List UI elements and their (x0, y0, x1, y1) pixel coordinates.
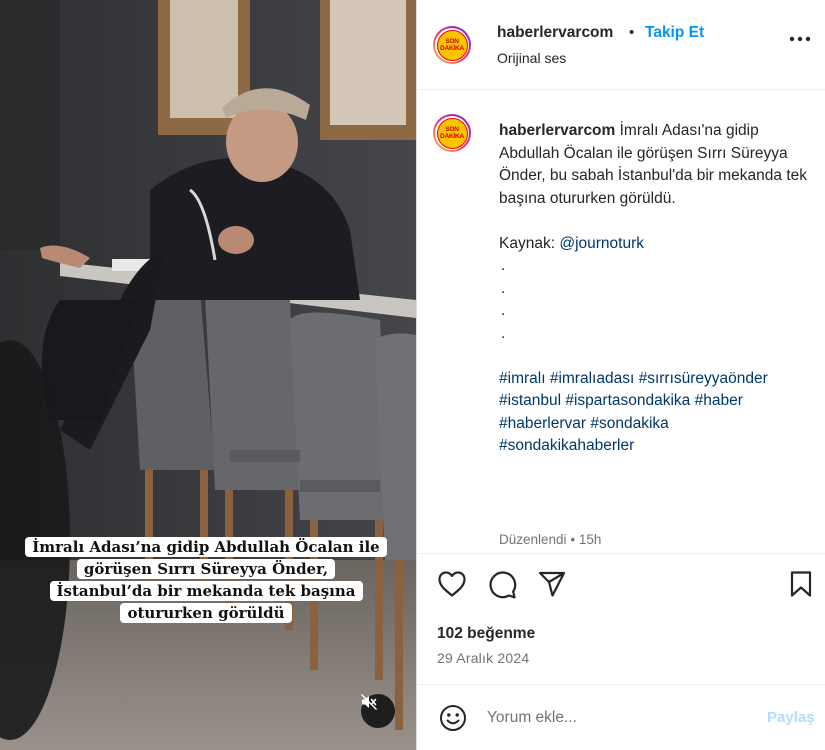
share-button[interactable] (537, 570, 567, 603)
likes-count[interactable]: 102 beğenme (437, 625, 535, 643)
son-dakika-logo: SON DAKİKA (436, 29, 468, 61)
hashtag-line: #sondakikahaberler (499, 435, 819, 458)
hashtag-line: #istanbul #ispartasondakika #haber (499, 390, 819, 413)
hashtag-link[interactable]: #haber (695, 392, 743, 409)
bookmark-icon (790, 571, 812, 597)
save-button[interactable] (789, 570, 813, 603)
post-header: SON DAKİKA haberlervarcom • Takip Et Ori… (417, 0, 825, 90)
edited-separator: • (570, 532, 576, 547)
logo-text-top: SON (445, 38, 459, 45)
comment-bar: Paylaş (417, 684, 825, 750)
follow-button[interactable]: Takip Et (645, 24, 704, 42)
speaker-muted-icon (361, 694, 377, 710)
share-icon (538, 571, 566, 597)
edited-time[interactable]: 15h (579, 532, 602, 547)
hashtag-link[interactable]: #sondakikahaberler (499, 437, 634, 454)
emoji-button[interactable] (439, 704, 467, 737)
logo-text-bottom: DAKİKA (439, 45, 465, 52)
comment-button[interactable] (487, 570, 517, 605)
instagram-post-dialog: İmralı Adası’na gidip Abdullah Öcalan il… (0, 0, 825, 750)
caption-username[interactable]: haberlervarcom (499, 122, 615, 139)
logo-text-bottom: DAKİKA (439, 133, 465, 140)
more-options-button[interactable] (789, 30, 811, 50)
dot-line: . (501, 302, 506, 319)
video-frame (0, 0, 416, 750)
dot-line: . (501, 279, 506, 297)
audio-link[interactable]: Orijinal ses (497, 50, 566, 66)
hashtag-link[interactable]: #istanbul (499, 392, 561, 409)
dot-line: . (501, 257, 506, 274)
hashtag-link[interactable]: #sondakika (590, 415, 668, 432)
comment-icon (489, 571, 517, 599)
heart-icon (438, 571, 466, 597)
caption-line: İstanbul’da bir mekanda tek başına (49, 581, 363, 601)
video-caption: İmralı Adası’na gidip Abdullah Öcalan il… (20, 536, 392, 624)
video-player[interactable]: İmralı Adası’na gidip Abdullah Öcalan il… (0, 0, 416, 750)
avatar[interactable]: SON DAKİKA (433, 26, 471, 64)
post-caption-section: SON DAKİKA haberlervarcom İmralı Adası'n… (417, 90, 825, 554)
edited-timestamp: Düzenlendi • 15h (499, 532, 601, 547)
caption-body: haberlervarcom İmralı Adası'na gidip Abd… (499, 120, 819, 210)
hashtag-link[interactable]: #haberlervar (499, 415, 586, 432)
source-line: Kaynak: @journoturk (499, 233, 819, 256)
more-options-icon (789, 36, 811, 42)
source-mention-link[interactable]: @journoturk (559, 235, 644, 252)
hashtag-link[interactable]: #sırrısüreyyaönder (639, 370, 768, 387)
avatar-ring: SON DAKİKA (435, 116, 469, 150)
hashtag-link[interactable]: #imralıadası (550, 370, 634, 387)
edited-label: Düzenlendi (499, 532, 567, 547)
action-bar (417, 554, 825, 618)
avatar-ring: SON DAKİKA (435, 28, 469, 62)
avatar[interactable]: SON DAKİKA (433, 114, 471, 152)
hashtag-link[interactable]: #ispartasondakika (565, 392, 690, 409)
hashtags: #imralı #imralıadası #sırrısüreyyaönder … (499, 368, 819, 458)
post-comment-button[interactable]: Paylaş (767, 709, 815, 726)
caption-line: İmralı Adası’na gidip Abdullah Öcalan il… (25, 537, 387, 557)
caption-line: görüşen Sırrı Süreyya Önder, (76, 559, 336, 579)
source-label: Kaynak: (499, 234, 556, 252)
mute-button[interactable] (361, 694, 395, 728)
comment-input[interactable] (487, 703, 737, 733)
caption-line: otururken görüldü (120, 603, 292, 623)
emoji-icon (440, 705, 466, 731)
hashtag-line: #imralı #imralıadası #sırrısüreyyaönder (499, 368, 819, 391)
post-caption: haberlervarcom İmralı Adası'na gidip Abd… (499, 120, 819, 458)
like-button[interactable] (437, 570, 467, 603)
separator-dot: • (629, 24, 635, 41)
dot-lines: . . . . (499, 255, 819, 345)
son-dakika-logo: SON DAKİKA (436, 117, 468, 149)
hashtag-line: #haberlervar #sondakika (499, 413, 819, 436)
username-link[interactable]: haberlervarcom (497, 24, 613, 42)
logo-text-top: SON (445, 126, 459, 133)
post-details-panel: SON DAKİKA haberlervarcom • Takip Et Ori… (416, 0, 825, 750)
dot-line: . (501, 324, 506, 342)
hashtag-link[interactable]: #imralı (499, 370, 546, 387)
post-date[interactable]: 29 Aralık 2024 (437, 650, 529, 666)
